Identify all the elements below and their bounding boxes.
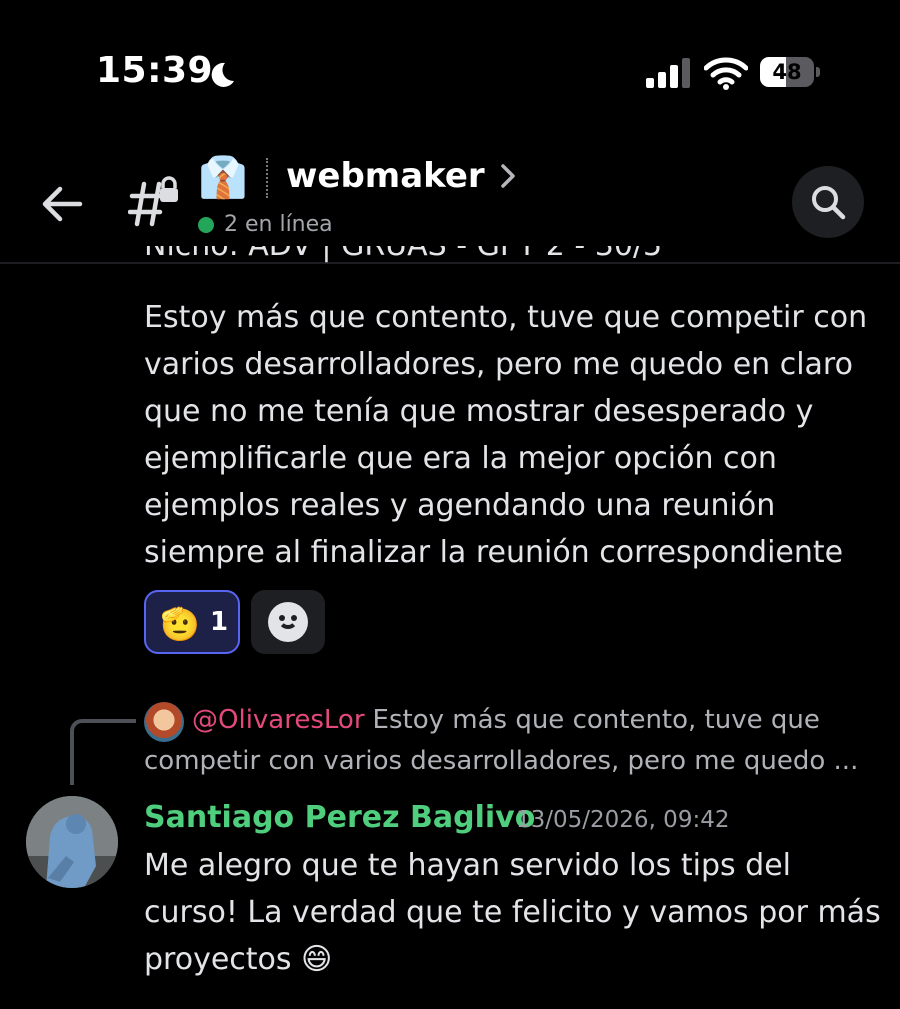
channel-name: webmaker — [286, 156, 485, 196]
title-divider — [266, 158, 268, 198]
add-reaction-button[interactable] — [251, 590, 325, 654]
search-button[interactable] — [792, 166, 864, 238]
reply-avatar — [144, 702, 184, 742]
reaction-button[interactable]: 🫡 1 — [144, 590, 240, 654]
battery-indicator: 48 — [760, 57, 822, 89]
message-text: Estoy más que contento, tuve que competi… — [144, 300, 868, 570]
reaction-count: 1 — [210, 607, 229, 637]
avatar-photo — [26, 796, 118, 888]
avatar[interactable] — [26, 796, 118, 888]
message-cutoff-line: Nicho: ADV | GRUAS - GPT 2 - 30/5 — [144, 246, 884, 266]
search-icon — [812, 186, 846, 220]
moon-icon — [211, 62, 234, 87]
chevron-right-icon — [500, 164, 515, 188]
channel-emoji: 👔 — [198, 155, 248, 201]
online-dot — [198, 216, 214, 233]
reply-connector — [70, 719, 136, 785]
channel-title[interactable]: webmaker — [286, 156, 517, 196]
reply-mention: @OlivaresLor — [192, 705, 365, 735]
message-text: Me alegro que te hayan servido los tips … — [144, 848, 881, 977]
wifi-icon — [704, 57, 748, 90]
battery-percent: 48 — [772, 60, 802, 84]
smiley-icon — [268, 602, 308, 642]
reply-preview[interactable]: @OlivaresLor Estoy más que contento, tuve… — [192, 700, 882, 741]
status-time: 15:39 — [96, 50, 214, 91]
locked-channel-icon — [128, 176, 178, 227]
message-timestamp: 13/05/2026, 09:42 — [516, 807, 730, 833]
back-arrow-icon[interactable] — [38, 180, 86, 228]
reply-preview-text-2: competir con varios desarrolladores, per… — [144, 746, 859, 776]
signal-icon — [646, 58, 690, 88]
message-author[interactable]: Santiago Perez Baglivo — [144, 800, 535, 835]
salute-emoji: 🫡 — [160, 605, 200, 643]
online-status: 2 en línea — [198, 212, 333, 237]
reply-preview-text: Estoy más que contento, tuve que — [372, 705, 820, 735]
online-count: 2 en línea — [224, 212, 333, 237]
